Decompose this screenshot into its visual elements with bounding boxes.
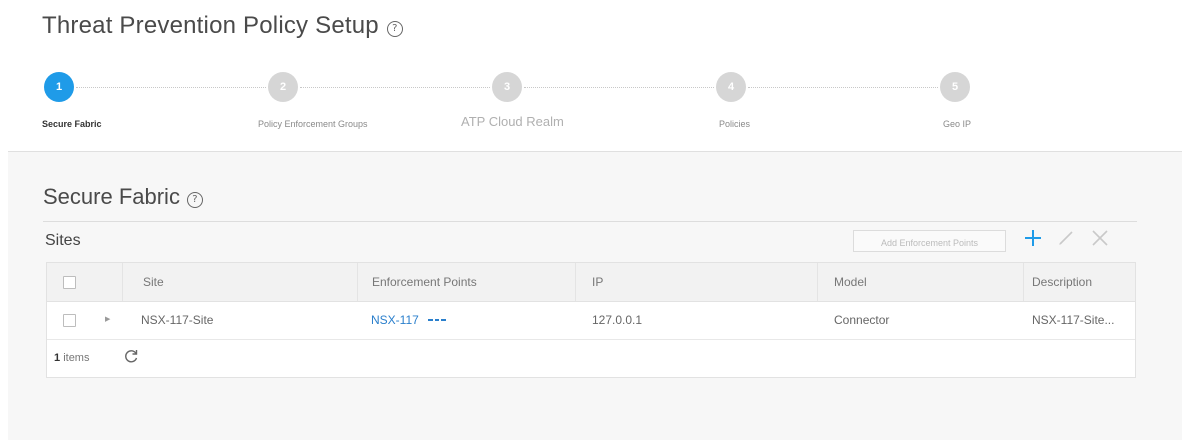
page-title-text: Threat Prevention Policy Setup xyxy=(42,12,379,39)
cell-description: NSX-117-Site... xyxy=(1032,313,1115,327)
section-title: Secure Fabric ? xyxy=(43,184,203,210)
wizard-step-5-label[interactable]: Geo IP xyxy=(943,119,971,129)
page-title: Threat Prevention Policy Setup ? xyxy=(42,12,403,40)
cell-site: NSX-117-Site xyxy=(141,313,214,327)
items-count-label: items xyxy=(63,352,90,364)
enforcement-point-link[interactable]: NSX-117 xyxy=(371,313,419,327)
wizard-step-1-label[interactable]: Secure Fabric xyxy=(42,119,102,129)
cell-model: Connector xyxy=(834,313,890,327)
close-icon[interactable] xyxy=(1088,226,1112,250)
items-count-number: 1 xyxy=(54,352,61,364)
column-header-description[interactable]: Description xyxy=(1024,263,1135,301)
column-header-site[interactable]: Site xyxy=(123,263,358,301)
table-row[interactable]: ▶ NSX-117-Site NSX-117 127.0.0.1 Connect… xyxy=(47,301,1135,340)
wizard-step-3-label[interactable]: ATP Cloud Realm xyxy=(461,114,564,129)
column-header-enforcement-points[interactable]: Enforcement Points xyxy=(358,263,576,301)
sites-grid: Site Enforcement Points IP Model Descrip… xyxy=(46,262,1136,378)
grid-footer: 1 items xyxy=(47,339,1135,377)
wizard-step-1-circle[interactable]: 1 xyxy=(44,72,74,102)
select-all-checkbox[interactable] xyxy=(63,276,76,289)
select-all-cell xyxy=(47,263,123,301)
content-panel: Secure Fabric ? Sites Add Enforcement Po… xyxy=(8,151,1182,440)
cell-ip: 127.0.0.1 xyxy=(592,313,643,327)
refresh-icon[interactable] xyxy=(123,348,139,364)
wizard-connector xyxy=(300,87,490,88)
column-header-model[interactable]: Model xyxy=(818,263,1024,301)
add-enforcement-points-button[interactable]: Add Enforcement Points xyxy=(853,230,1006,252)
connection-status-icon xyxy=(428,318,447,321)
wizard-step-5-circle[interactable]: 5 xyxy=(940,72,970,102)
wizard-step-3-circle[interactable]: 3 xyxy=(492,72,522,102)
wizard-step-2-label[interactable]: Policy Enforcement Groups xyxy=(258,119,368,129)
wizard-connector xyxy=(76,87,266,88)
cell-enforcement-points: NSX-117 xyxy=(358,301,576,339)
sites-title: Sites xyxy=(45,232,81,249)
section-divider xyxy=(43,221,1137,222)
pencil-icon[interactable] xyxy=(1054,226,1078,250)
plus-icon[interactable] xyxy=(1021,226,1045,250)
items-count: 1 items xyxy=(54,352,89,364)
expand-row-icon[interactable]: ▶ xyxy=(105,301,110,339)
help-icon[interactable]: ? xyxy=(186,192,203,208)
wizard-step-2-circle[interactable]: 2 xyxy=(268,72,298,102)
wizard-step-4-label[interactable]: Policies xyxy=(719,119,750,129)
column-header-ip[interactable]: IP xyxy=(576,263,818,301)
wizard-steps: 1 2 3 4 5 Secure Fabric Policy Enforceme… xyxy=(0,68,1182,150)
help-icon[interactable]: ? xyxy=(386,21,403,37)
wizard-connector xyxy=(524,87,714,88)
row-checkbox[interactable] xyxy=(63,314,76,327)
grid-header: Site Enforcement Points IP Model Descrip… xyxy=(47,263,1135,302)
wizard-step-4-circle[interactable]: 4 xyxy=(716,72,746,102)
wizard-connector xyxy=(748,87,938,88)
section-title-text: Secure Fabric xyxy=(43,184,180,209)
